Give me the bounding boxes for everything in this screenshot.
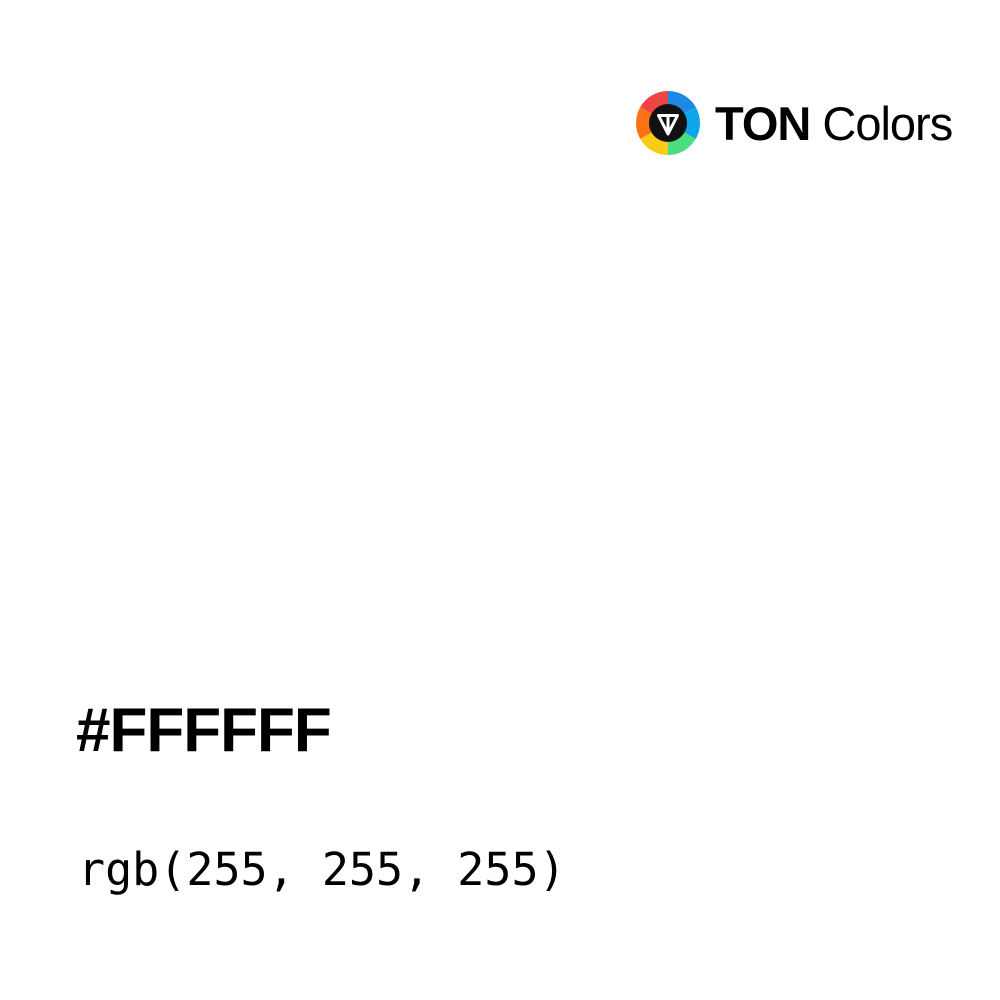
brand-logo: TON Colors (636, 90, 953, 156)
rgb-color-value: rgb(255, 255, 255) (78, 843, 566, 896)
brand-name-strong: TON (715, 96, 811, 150)
hex-color-value: #FFFFFF (76, 696, 332, 765)
ton-colors-logo-icon (636, 91, 700, 155)
brand-name: TON Colors (715, 96, 953, 150)
color-card: TON Colors #FFFFFF rgb(255, 255, 255) (0, 0, 1000, 1000)
brand-name-light: Colors (822, 96, 953, 150)
